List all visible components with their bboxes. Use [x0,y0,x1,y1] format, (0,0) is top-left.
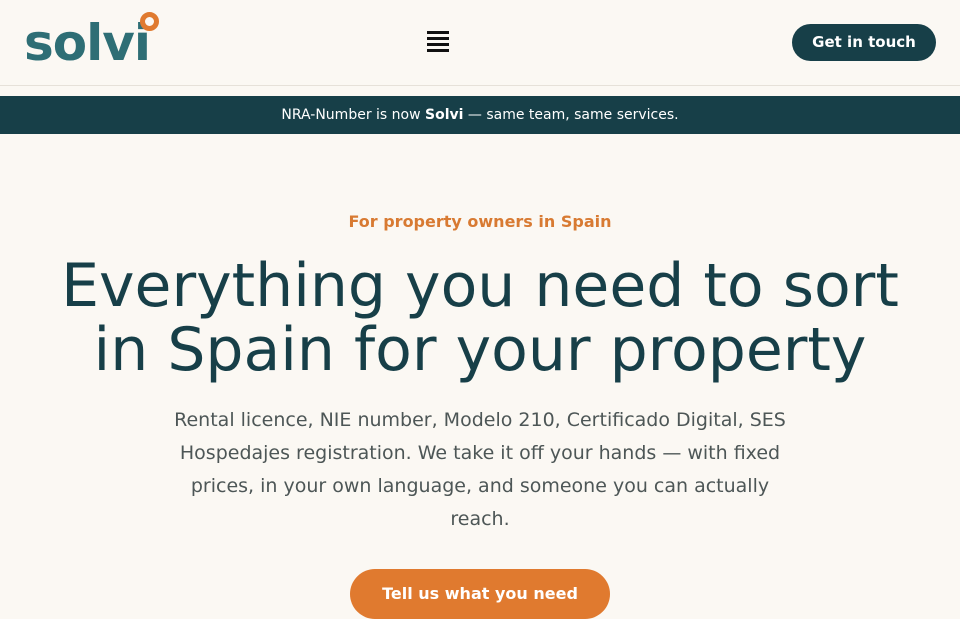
logo-text: solvi [24,14,151,72]
logo[interactable]: solvi [24,18,151,68]
tell-us-button[interactable]: Tell us what you need [350,569,610,619]
hero-subtext: Rental licence, NIE number, Modelo 210, … [174,409,786,530]
banner-prefix: NRA-Number is now [281,107,425,123]
hamburger-menu-icon[interactable] [423,26,453,56]
banner-suffix: — same team, same services. [463,107,679,123]
banner-brand: Solvi [425,107,464,123]
get-in-touch-button[interactable]: Get in touch [792,24,936,61]
hero-eyebrow: For property owners in Spain [348,212,612,231]
logo-dot-icon [140,12,159,31]
site-header: solvi Get in touch [0,0,960,86]
hero-headline: Everything you need to sort in Spain for… [61,251,899,385]
announcement-banner: NRA-Number is now Solvi — same team, sam… [0,96,960,134]
hero-section: For property owners in Spain Everything … [0,144,960,619]
